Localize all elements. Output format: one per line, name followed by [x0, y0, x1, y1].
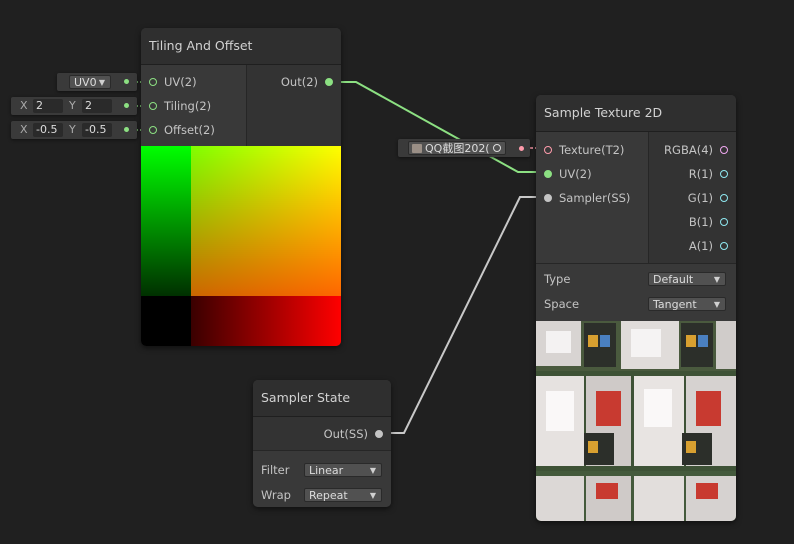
texture-asset-name: QQ截图202( — [425, 142, 490, 155]
uv-channel-value: UV0 — [74, 76, 97, 89]
sample-node-ports: Texture(T2) UV(2) Sampler(SS) RGBA(4) R(… — [536, 132, 736, 263]
tiling-port-icon[interactable] — [149, 102, 157, 110]
port-label: Out(2) — [280, 75, 318, 89]
port-label: UV(2) — [559, 167, 592, 181]
port-label: Sampler(SS) — [559, 191, 631, 205]
space-value: Tangent — [653, 298, 697, 311]
uv-field-connector — [124, 79, 129, 84]
chevron-down-icon: ▼ — [713, 300, 720, 309]
chevron-down-icon: ▼ — [98, 78, 105, 87]
offset-y-axis-label: Y — [69, 123, 76, 136]
r-port-icon[interactable] — [720, 170, 728, 178]
tiling-node-title[interactable]: Tiling And Offset — [141, 28, 341, 65]
wire-out-to-uv[interactable] — [330, 81, 548, 173]
a-port-icon[interactable] — [720, 242, 728, 250]
filter-dropdown[interactable]: Linear ▼ — [304, 463, 382, 477]
tiling-y-input[interactable]: 2 — [82, 99, 112, 113]
type-value: Default — [653, 273, 694, 286]
port-label: B(1) — [688, 215, 713, 229]
out-port-icon[interactable] — [325, 78, 333, 86]
chevron-down-icon: ▼ — [713, 275, 720, 284]
preview-tile-6 — [141, 296, 191, 346]
chevron-down-icon: ▼ — [369, 466, 376, 475]
port-label: A(1) — [688, 239, 713, 253]
g-port-icon[interactable] — [720, 194, 728, 202]
preview-tile-5 — [141, 146, 191, 296]
uv-preview — [141, 146, 341, 346]
type-label: Type — [544, 272, 571, 286]
rgba-port-icon[interactable] — [720, 146, 728, 154]
type-dropdown[interactable]: Default ▼ — [648, 272, 726, 286]
tiling-node-outputs: Out(2) — [247, 65, 341, 147]
wrap-dropdown[interactable]: Repeat ▼ — [304, 488, 382, 502]
texture-asset-selector[interactable]: QQ截图202( — [408, 141, 506, 155]
tiling-field-connector — [124, 103, 129, 108]
offset-vector-field: X -0.5 Y -0.5 — [11, 121, 137, 139]
object-picker-icon[interactable] — [493, 144, 501, 152]
offset-y-input[interactable]: -0.5 — [82, 123, 112, 137]
sampler-node-title[interactable]: Sampler State — [253, 380, 391, 417]
sampler-state-node[interactable]: Sampler State Out(SS) Filter Linear ▼ Wr… — [253, 380, 391, 507]
port-label: Out(SS) — [323, 427, 368, 441]
uv-port-icon[interactable] — [149, 78, 157, 86]
port-label: UV(2) — [164, 75, 197, 89]
sample-texture-2d-node[interactable]: Sample Texture 2D Texture(T2) UV(2) Samp… — [536, 95, 736, 521]
filter-label: Filter — [261, 463, 290, 477]
sampler-port-icon[interactable] — [544, 194, 552, 202]
offset-x-axis-label: X — [20, 123, 28, 136]
sample-node-title[interactable]: Sample Texture 2D — [536, 95, 736, 132]
sample-node-outputs: RGBA(4) R(1) G(1) B(1) A(1) — [649, 132, 736, 263]
tiling-vector-field: X 2 Y 2 — [11, 97, 137, 115]
space-label: Space — [544, 297, 580, 311]
sampler-node-outputs: Out(SS) — [253, 417, 391, 450]
out-ss-port-icon[interactable] — [375, 430, 383, 438]
uv-channel-field: UV0 ▼ — [57, 73, 137, 91]
offset-field-connector — [124, 127, 129, 132]
tiling-x-axis-label: X — [20, 99, 28, 112]
uv-port-icon[interactable] — [544, 170, 552, 178]
tiling-node-ports: UV(2) Tiling(2) Offset(2) Out(2) — [141, 65, 341, 147]
port-label: Offset(2) — [164, 123, 215, 137]
port-label: RGBA(4) — [664, 143, 713, 157]
texture-asset-field: QQ截图202( — [398, 139, 530, 157]
port-label: R(1) — [688, 167, 713, 181]
tiling-x-input[interactable]: 2 — [33, 99, 63, 113]
port-label: Texture(T2) — [559, 143, 625, 157]
texture-tile-row-1 — [536, 321, 736, 371]
wire-sampler-to-sample[interactable] — [380, 196, 548, 434]
preview-tile-7 — [191, 296, 341, 346]
tiling-node-inputs: UV(2) Tiling(2) Offset(2) — [141, 65, 247, 147]
wrap-value: Repeat — [309, 489, 348, 502]
port-label: G(1) — [687, 191, 713, 205]
b-port-icon[interactable] — [720, 218, 728, 226]
uv-channel-dropdown[interactable]: UV0 ▼ — [69, 75, 111, 89]
tiling-y-axis-label: Y — [69, 99, 76, 112]
texture-tile-row-3 — [536, 471, 736, 521]
wrap-label: Wrap — [261, 488, 291, 502]
texture-thumbnail-icon — [412, 144, 422, 153]
offset-x-input[interactable]: -0.5 — [33, 123, 63, 137]
texture-tile-row-2 — [536, 371, 736, 471]
texture-port-icon[interactable] — [544, 146, 552, 154]
space-dropdown[interactable]: Tangent ▼ — [648, 297, 726, 311]
offset-port-icon[interactable] — [149, 126, 157, 134]
sample-node-inputs: Texture(T2) UV(2) Sampler(SS) — [536, 132, 649, 263]
port-label: Tiling(2) — [164, 99, 212, 113]
sampler-node-settings: Filter Linear ▼ Wrap Repeat ▼ — [253, 450, 391, 507]
filter-value: Linear — [309, 464, 344, 477]
sample-node-settings: Type Default ▼ Space Tangent ▼ — [536, 263, 736, 321]
texture-preview-image — [536, 321, 736, 521]
texture-field-connector — [519, 146, 524, 151]
preview-tile-4 — [191, 146, 341, 296]
texture-preview — [536, 321, 736, 521]
tiling-and-offset-node[interactable]: Tiling And Offset UV(2) Tiling(2) Offset… — [141, 28, 341, 346]
chevron-down-icon: ▼ — [369, 491, 376, 500]
